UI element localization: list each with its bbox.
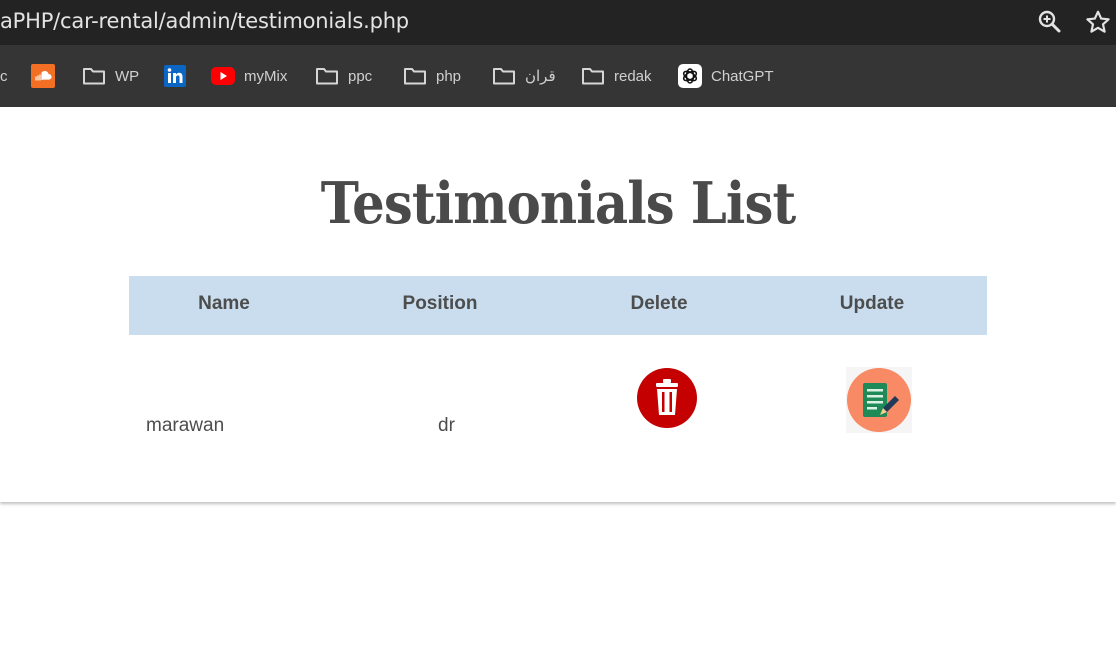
bookmark-mymix[interactable]: myMix <box>211 64 287 88</box>
bookmark-php[interactable]: php <box>403 64 461 88</box>
bookmark-wp[interactable]: WP <box>82 64 139 88</box>
folder-icon <box>492 66 516 86</box>
youtube-icon <box>211 67 235 85</box>
bookmarks-bar: c WP myMix ppc php قران redak ChatGPT <box>0 45 1116 107</box>
folder-icon <box>315 66 339 86</box>
column-header-update: Update <box>839 293 905 314</box>
edit-document-icon <box>846 367 912 437</box>
bookmark-label: قران <box>525 68 556 85</box>
address-bar: aPHP/car-rental/admin/testimonials.php <box>0 0 1116 45</box>
testimonials-card: Testimonials List Name Position Delete U… <box>0 107 1116 502</box>
url-text[interactable]: aPHP/car-rental/admin/testimonials.php <box>0 9 409 33</box>
bookmark-chatgpt[interactable]: ChatGPT <box>678 64 774 88</box>
bookmark-label: myMix <box>244 67 288 85</box>
trash-icon <box>637 368 697 432</box>
bookmark-c[interactable]: c <box>0 64 8 88</box>
column-header-name: Name <box>198 293 250 314</box>
bookmark-linkedin[interactable] <box>164 64 186 88</box>
cell-position: dr <box>438 415 455 436</box>
linkedin-icon <box>164 65 186 87</box>
bookmark-label: c <box>0 67 8 85</box>
folder-icon <box>581 66 605 86</box>
bookmark-label: redak <box>614 67 652 85</box>
zoom-icon[interactable] <box>1037 9 1063 35</box>
bookmark-star-icon[interactable] <box>1085 9 1111 35</box>
column-header-delete: Delete <box>630 293 688 314</box>
chatgpt-icon <box>678 64 702 88</box>
bookmark-ppc[interactable]: ppc <box>315 64 372 88</box>
cell-name: marawan <box>146 415 225 436</box>
folder-icon <box>403 66 427 86</box>
bookmark-label: ChatGPT <box>711 67 774 85</box>
column-header-position: Position <box>402 293 478 314</box>
folder-icon <box>82 66 106 86</box>
soundcloud-icon <box>31 64 55 88</box>
bookmark-redak[interactable]: redak <box>581 64 652 88</box>
update-button[interactable] <box>846 367 912 438</box>
bookmark-label: php <box>436 67 462 85</box>
delete-button[interactable] <box>637 368 697 433</box>
bookmark-soundcloud[interactable] <box>31 64 55 88</box>
bookmark-label: ppc <box>348 67 373 85</box>
bookmark-quran[interactable]: قران <box>492 64 556 88</box>
table-header: Name Position Delete Update <box>129 276 987 335</box>
page-title: Testimonials List <box>320 170 796 237</box>
bookmark-label: WP <box>115 67 140 85</box>
